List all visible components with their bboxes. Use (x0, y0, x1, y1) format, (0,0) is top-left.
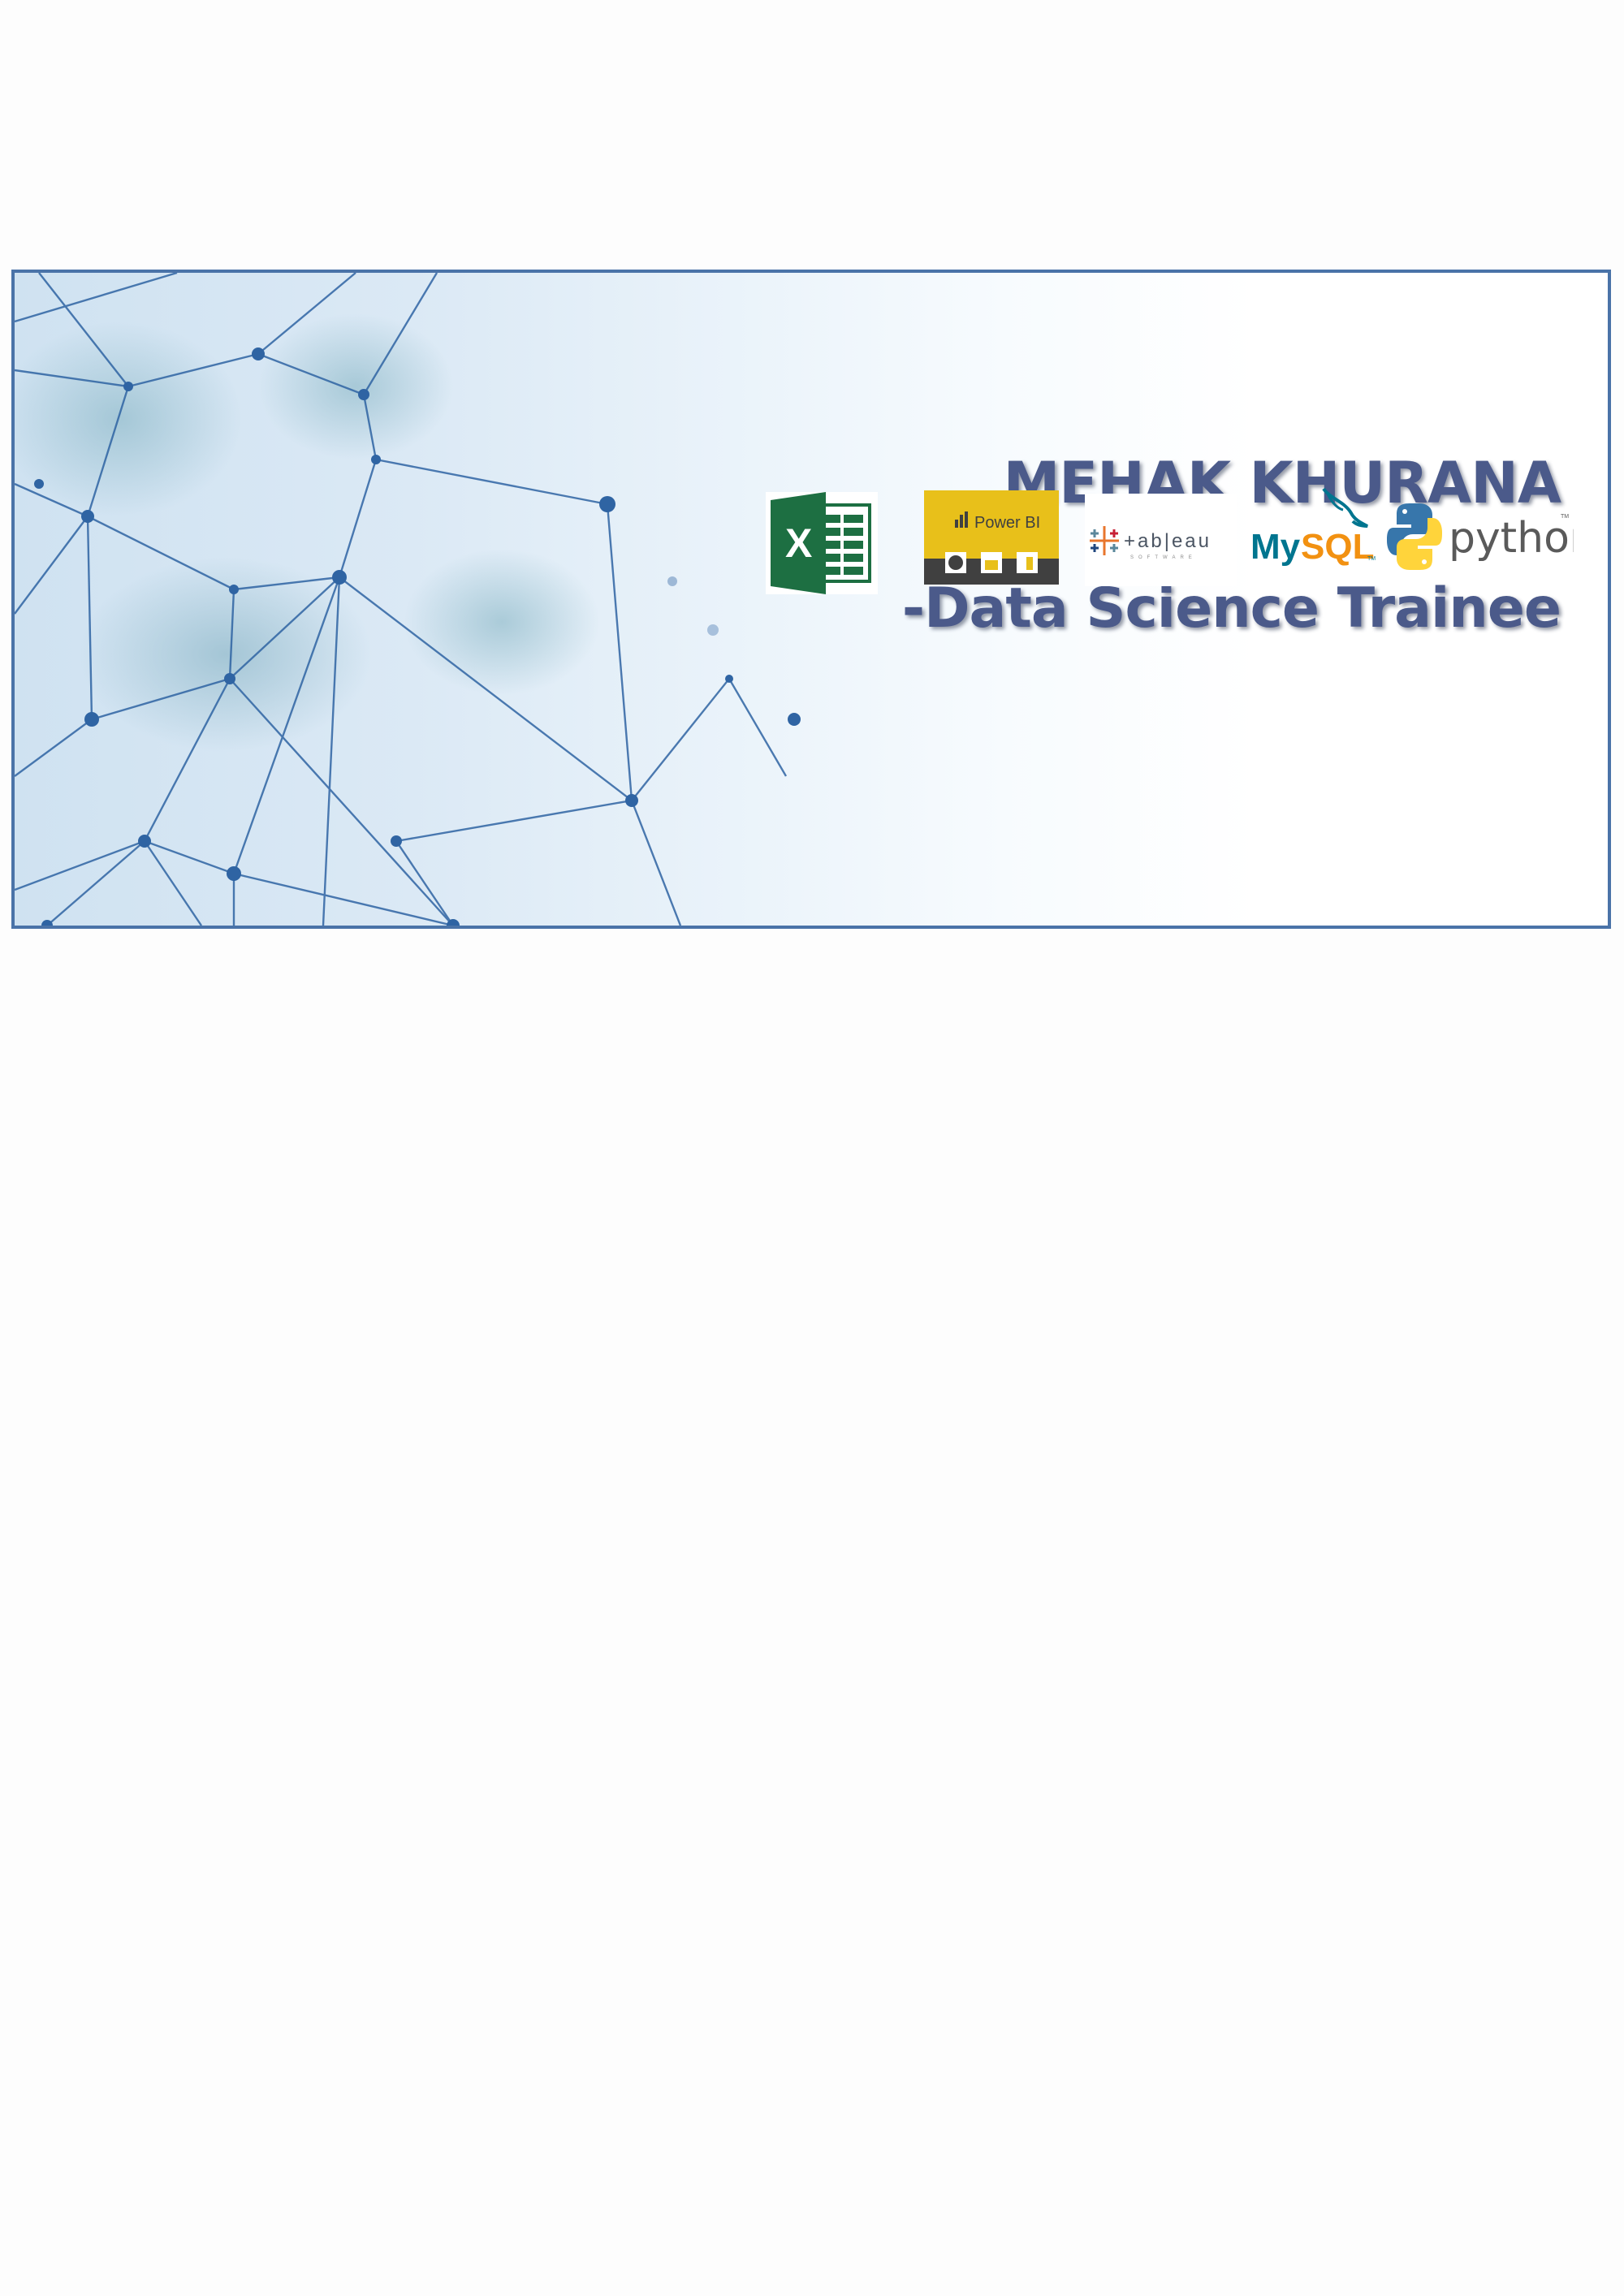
python-tm: TM (1561, 514, 1569, 520)
mysql-tm: TM (1367, 556, 1376, 562)
mysql-icon: My SQL TM (1249, 484, 1379, 581)
python-label: python (1449, 514, 1574, 563)
mysql-label-my: My (1250, 527, 1301, 567)
excel-letter: X (785, 520, 812, 566)
mysql-label-sql: SQL (1301, 527, 1374, 567)
tableau-sublabel: SOFTWARE (1130, 555, 1197, 560)
tableau-icon: +ab|eau SOFTWARE (1085, 494, 1237, 586)
python-icon: python TM (1387, 490, 1596, 581)
powerbi-icon: Power BI (924, 490, 1059, 585)
header-banner: MEHAK KHURANA -Data Science Trainee (11, 270, 1611, 929)
powerbi-label: Power BI (974, 514, 1040, 532)
excel-icon: X (766, 492, 878, 594)
tableau-label: +ab|eau (1124, 530, 1212, 552)
